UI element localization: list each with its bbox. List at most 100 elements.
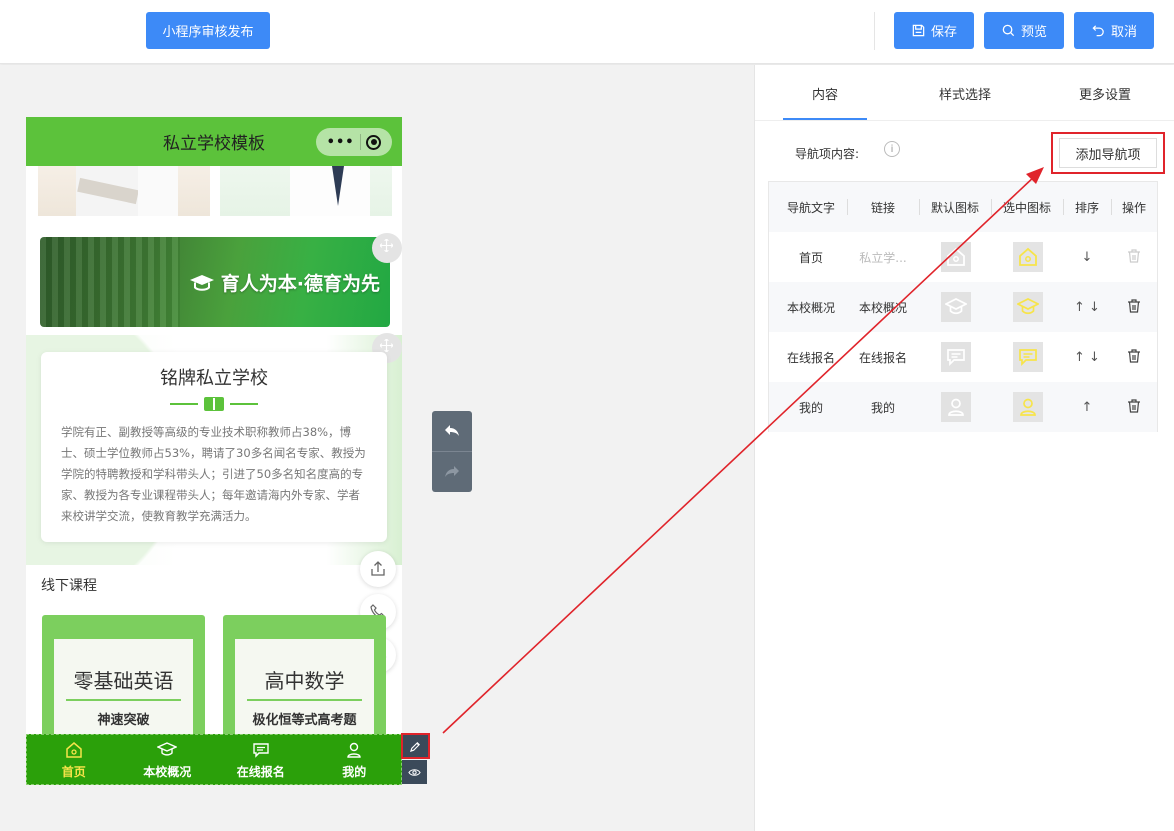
row-link[interactable]: 私立学... [847,232,919,282]
selected-icon-picker[interactable] [1013,242,1043,272]
graduation-cap-icon [189,274,214,291]
publish-button[interactable]: 小程序审核发布 [146,12,270,49]
user-icon [948,398,964,416]
course-title: 零基础英语 [73,669,174,693]
publish-button-label: 小程序审核发布 [162,25,254,40]
default-icon-picker[interactable] [941,292,971,322]
row-link[interactable]: 在线报名 [847,332,919,382]
intro-text: 学院有正、副教授等高级的专业技术职称教师占38%，博士、硕士学位教师占53%，聘… [61,425,366,523]
toggle-visibility-button[interactable] [402,760,427,784]
campus-banner[interactable]: 育人为本·德育为先 [40,237,390,327]
col-nav-text: 导航文字 [786,200,835,215]
message-icon [947,349,965,367]
course-card[interactable]: 零基础英语 神速突破 [42,615,205,745]
row-nav-text: 首页 [798,250,823,265]
info-icon[interactable]: i [884,141,900,157]
add-nav-item-button[interactable]: 添加导航项 [1059,138,1157,168]
settings-panel: 内容 样式选择 更多设置 [754,65,1174,831]
tab-home[interactable]: 首页 [27,735,121,784]
default-icon-picker[interactable] [941,342,971,372]
add-nav-item-highlight: 添加导航项 [1051,132,1165,174]
graduation-cap-icon [157,741,178,756]
sort-controls[interactable]: ↓ [1063,232,1111,282]
capsule-menu[interactable]: ••• [316,128,392,156]
message-icon [1019,349,1037,367]
book-divider [169,396,259,412]
history-panel [432,411,472,492]
default-icon-picker[interactable] [941,242,971,272]
edit-tabbar-button[interactable] [401,733,430,759]
tab-mine[interactable]: 我的 [308,735,402,784]
toolbar-divider [874,12,875,50]
eye-icon [408,768,421,776]
graduation-cap-icon [945,298,967,315]
share-button[interactable] [360,551,396,587]
user-icon [347,742,361,758]
row-nav-text: 本校概况 [786,300,835,315]
phone-title: 私立学校模板 [163,134,265,154]
col-sort: 排序 [1074,200,1099,215]
row-nav-text: 在线报名 [786,350,835,365]
share-icon [371,561,385,576]
more-dots-icon[interactable]: ••• [327,135,355,150]
undo-button[interactable] [432,411,472,451]
save-button[interactable]: 保存 [894,12,974,49]
course-subtitle: 极化恒等式高考题 [252,713,357,728]
col-link: 链接 [870,200,895,215]
home-icon [66,741,82,758]
delete-button[interactable] [1125,297,1143,315]
school-intro-card[interactable]: 铭牌私立学校 学院有正、副教授等高级的专业技术职称教师占38%，博士、硕士学位教… [41,352,387,542]
row-link[interactable]: 本校概况 [847,282,919,332]
col-actions: 操作 [1121,200,1146,215]
selected-icon-picker[interactable] [1013,292,1043,322]
pencil-icon [409,741,421,752]
sort-controls[interactable]: ↑ [1063,382,1111,432]
move-handle-icon[interactable] [372,233,402,263]
sort-controls[interactable]: ↑ ↓ [1063,332,1111,382]
course-card[interactable]: 高中数学 极化恒等式高考题 [223,615,386,745]
tab-online-signup[interactable]: 在线报名 [214,735,308,784]
nav-items-table: 导航文字 链接 默认图标 选中图标 排序 操作 首页 私立学... ↓ 本校概况… [768,181,1158,432]
redo-arrow-icon [445,466,459,477]
banner-slogan: 育人为本·德育为先 [189,269,380,296]
save-icon [912,24,925,37]
redo-button[interactable] [432,452,472,492]
default-icon-picker[interactable] [941,392,971,422]
user-icon [1020,398,1036,416]
table-row: 本校概况 本校概况 ↑ ↓ [769,282,1157,332]
trash-icon [1128,349,1140,363]
course-subtitle: 神速突破 [97,713,150,728]
cancel-button[interactable]: 取消 [1074,12,1154,49]
selected-icon-picker[interactable] [1013,392,1043,422]
phone-preview: 私立学校模板 ••• 育人为本·德育为先 铭牌私立学校 学院有正、副教授等高级的… [26,117,402,785]
settings-tabs: 内容 样式选择 更多设置 [755,65,1174,121]
close-target-icon[interactable] [366,134,382,150]
phone-header: 私立学校模板 ••• [26,117,402,166]
book-icon [204,397,224,411]
sort-controls[interactable]: ↑ ↓ [1063,282,1111,332]
cancel-button-label: 取消 [1110,25,1137,40]
intro-title: 铭牌私立学校 [160,368,268,389]
delete-button[interactable] [1125,397,1143,415]
tab-more-settings[interactable]: 更多设置 [1063,65,1147,121]
delete-button[interactable] [1125,347,1143,365]
tab-content[interactable]: 内容 [783,65,867,121]
undo-arrow-icon [445,425,459,436]
delete-button[interactable] [1125,247,1143,265]
home-icon [1019,247,1037,266]
row-link[interactable]: 我的 [847,382,919,432]
home-icon [947,247,965,266]
active-tab-indicator [783,118,867,120]
tab-style[interactable]: 样式选择 [923,65,1007,121]
bottom-tabbar[interactable]: 首页 本校概况 在线报名 我的 [26,734,402,785]
undo-icon [1092,25,1104,37]
tab-school-overview[interactable]: 本校概况 [121,735,215,784]
nav-content-label: 导航项内容: [795,147,860,161]
col-selected-icon: 选中图标 [1002,200,1051,215]
selected-icon-picker[interactable] [1013,342,1043,372]
save-button-label: 保存 [930,25,957,40]
section-title: 线下课程 [41,578,97,594]
trash-icon [1128,249,1140,263]
table-row: 我的 我的 ↑ [769,382,1157,432]
preview-button[interactable]: 预览 [984,12,1064,49]
